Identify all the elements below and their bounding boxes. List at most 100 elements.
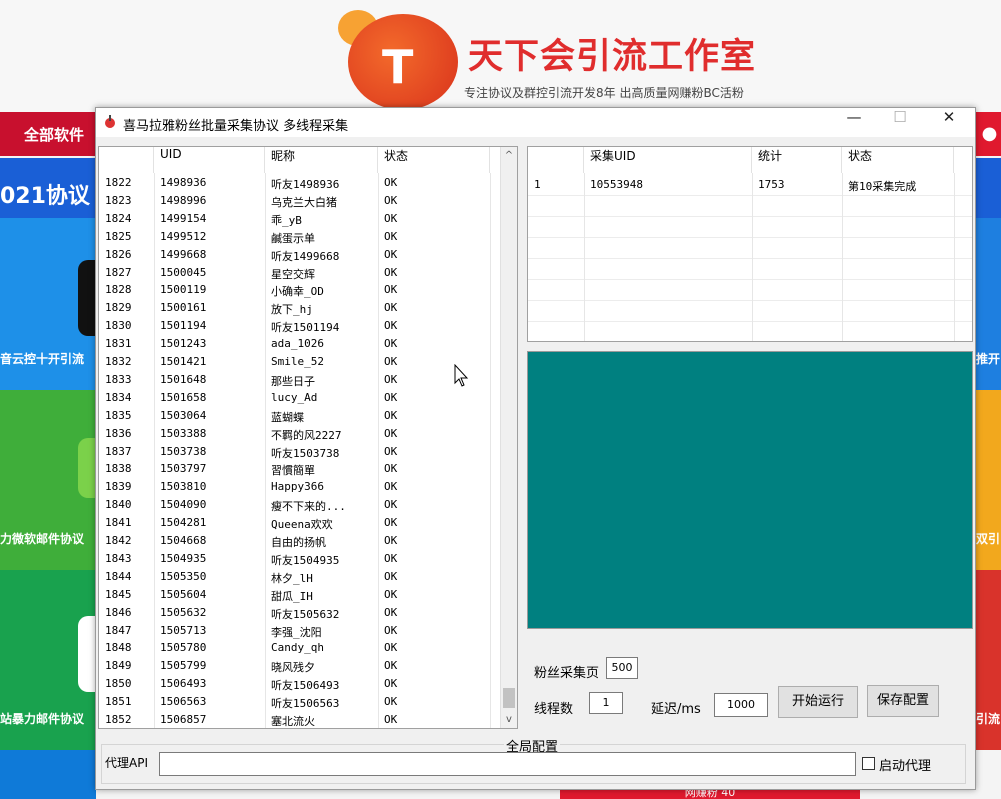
table-row[interactable]: 1847 1505713 李强_沈阳 OK <box>99 622 517 640</box>
row-status: OK <box>384 534 398 547</box>
column-header-status[interactable]: 状态 <box>378 147 490 173</box>
table-row[interactable]: 1823 1498996 乌克兰大白猪 OK <box>99 192 517 210</box>
row-nickname: 林夕_lH <box>271 571 313 585</box>
column-header-uid[interactable]: UID <box>154 147 265 173</box>
table-row[interactable]: 1825 1499512 鹹蛋示单 OK <box>99 228 517 246</box>
scroll-thumb[interactable] <box>503 688 515 708</box>
table-row[interactable]: 1848 1505780 Candy_qh OK <box>99 639 517 657</box>
table-row[interactable]: 1824 1499154 乖_yB OK <box>99 210 517 228</box>
tile-right-1[interactable]: 推开 <box>976 218 1001 390</box>
task-list[interactable]: 采集UID 统计 状态 1 10553948 1753 第10采集完成 <box>527 146 973 342</box>
table-row[interactable]: 1841 1504281 Queena欢欢 OK <box>99 514 517 532</box>
table-row[interactable]: 1851 1506563 听友1506563 OK <box>99 693 517 711</box>
table-row[interactable]: 1828 1500119 小确幸_OD OK <box>99 281 517 299</box>
row-uid: 1500119 <box>160 283 207 297</box>
proxy-api-input[interactable] <box>159 752 856 776</box>
table-row[interactable]: 1849 1505799 晓风残夕 OK <box>99 657 517 675</box>
tile-right-3[interactable]: 引流 <box>976 570 1001 750</box>
app-icon <box>78 438 96 498</box>
tile-label: 力微软邮件协议 <box>0 532 85 546</box>
row-uid: 1504090 <box>160 498 207 512</box>
fans-list[interactable]: UID 昵称 状态 1822 1498936 听友1498936 OK 1823 1498… <box>98 146 518 729</box>
table-row[interactable]: 1826 1499668 听友1499668 OK <box>99 246 517 264</box>
title-bar[interactable]: 喜马拉雅粉丝批量采集协议 多线程采集 — ☐ ✕ <box>96 108 975 137</box>
row-uid: 1501658 <box>160 390 207 404</box>
table-row[interactable]: 1842 1504668 自由的扬帆 OK <box>99 532 517 550</box>
table-row[interactable]: 1836 1503388 不羁的风2227 OK <box>99 425 517 443</box>
tile-douyin[interactable]: 音云控十开引流 <box>0 218 96 390</box>
row-nickname: 放下_hj <box>271 303 313 317</box>
table-row[interactable]: 1835 1503064 蓝蝴蝶 OK <box>99 407 517 425</box>
table-row[interactable]: 1822 1498936 听友1498936 OK <box>99 174 517 192</box>
row-status: OK <box>384 408 398 422</box>
row-nickname: 晓风残夕 <box>271 661 315 675</box>
row-uid: 1503388 <box>160 426 207 440</box>
minimize-button[interactable]: — <box>831 108 877 137</box>
start-button[interactable]: 开始运行 <box>778 686 858 718</box>
column-header-count[interactable]: 统计 <box>752 147 842 173</box>
grid-line <box>584 173 585 341</box>
logo-letter: T <box>382 40 414 94</box>
table-row[interactable]: 1839 1503810 Happy366 OK <box>99 478 517 496</box>
tile-label: 音云控十开引流 <box>0 352 85 366</box>
table-row[interactable]: 1834 1501658 lucy_Ad OK <box>99 389 517 407</box>
row-uid: 1503064 <box>160 408 207 422</box>
row-status: OK <box>384 695 398 709</box>
save-config-button[interactable]: 保存配置 <box>867 685 939 717</box>
row-uid: 1505780 <box>160 641 207 655</box>
row-nickname: 星空交辉 <box>271 267 315 281</box>
tile-right-2[interactable]: 双引 <box>976 390 1001 570</box>
row-status: OK <box>384 659 398 673</box>
tile-mail[interactable]: 站暴力邮件协议 <box>0 570 96 750</box>
grid-line <box>528 321 972 322</box>
table-row[interactable]: 1838 1503797 習慣簡單 OK <box>99 460 517 478</box>
proxy-checkbox[interactable] <box>862 757 875 770</box>
column-header-index[interactable] <box>528 147 584 173</box>
row-nickname: 李强_沈阳 <box>271 625 322 639</box>
table-row[interactable]: 1852 1506857 塞北流火 OK <box>99 711 517 728</box>
location-pin-icon[interactable]: ● <box>978 116 1001 152</box>
column-header-collect-uid[interactable]: 采集UID <box>584 147 752 173</box>
delay-label: 延迟/ms <box>651 702 701 717</box>
scroll-up-icon[interactable]: ^ <box>501 147 517 164</box>
tile-protocol[interactable]: 021协议 <box>0 158 96 218</box>
scrollbar[interactable]: ^ v <box>500 147 517 728</box>
tile-label: 引流 <box>976 712 1001 726</box>
table-row[interactable]: 1845 1505604 甜瓜_IH OK <box>99 586 517 604</box>
table-row[interactable]: 1830 1501194 听友1501194 OK <box>99 317 517 335</box>
table-row[interactable]: 1831 1501243 ada_1026 OK <box>99 335 517 353</box>
table-row[interactable]: 1 10553948 1753 第10采集完成 <box>528 174 972 195</box>
row-index: 1836 <box>105 426 132 440</box>
proxy-checkbox-label: 启动代理 <box>879 759 932 774</box>
column-header-status[interactable]: 状态 <box>842 147 954 173</box>
nav-all-software[interactable]: 全部软件 <box>0 112 96 156</box>
table-row[interactable]: 1843 1504935 听友1504935 OK <box>99 550 517 568</box>
table-row[interactable]: 1829 1500161 放下_hj OK <box>99 299 517 317</box>
delay-input[interactable]: 1000 <box>714 693 768 717</box>
table-row[interactable]: 1827 1500045 星空交辉 OK <box>99 264 517 282</box>
row-index: 1833 <box>105 372 132 386</box>
fans-page-input[interactable]: 500 <box>606 657 638 679</box>
row-index: 1852 <box>105 713 132 726</box>
table-row[interactable]: 1840 1504090 瘦不下来的... OK <box>99 496 517 514</box>
grid-line <box>154 173 155 728</box>
scroll-down-icon[interactable]: v <box>501 711 517 728</box>
row-status: OK <box>384 444 398 458</box>
grid-line <box>378 173 379 728</box>
table-row[interactable]: 1850 1506493 听友1506493 OK <box>99 675 517 693</box>
table-row[interactable]: 1846 1505632 听友1505632 OK <box>99 604 517 622</box>
threads-input[interactable]: 1 <box>589 692 623 714</box>
row-status: OK <box>384 337 398 351</box>
row-nickname: 小确幸_OD <box>271 285 324 299</box>
row-index: 1834 <box>105 390 132 404</box>
column-header-index[interactable] <box>99 147 154 173</box>
close-button[interactable]: ✕ <box>926 108 972 137</box>
tile-microsoft[interactable]: 力微软邮件协议 <box>0 390 96 570</box>
column-header-nickname[interactable]: 昵称 <box>265 147 378 173</box>
maximize-button[interactable]: ☐ <box>877 108 923 137</box>
table-row[interactable]: 1837 1503738 听友1503738 OK <box>99 443 517 461</box>
table-row[interactable]: 1844 1505350 林夕_lH OK <box>99 568 517 586</box>
row-nickname: 听友1498936 <box>271 178 340 191</box>
row-nickname: 鹹蛋示单 <box>271 231 315 245</box>
row-nickname: 乌克兰大白猪 <box>271 195 337 209</box>
